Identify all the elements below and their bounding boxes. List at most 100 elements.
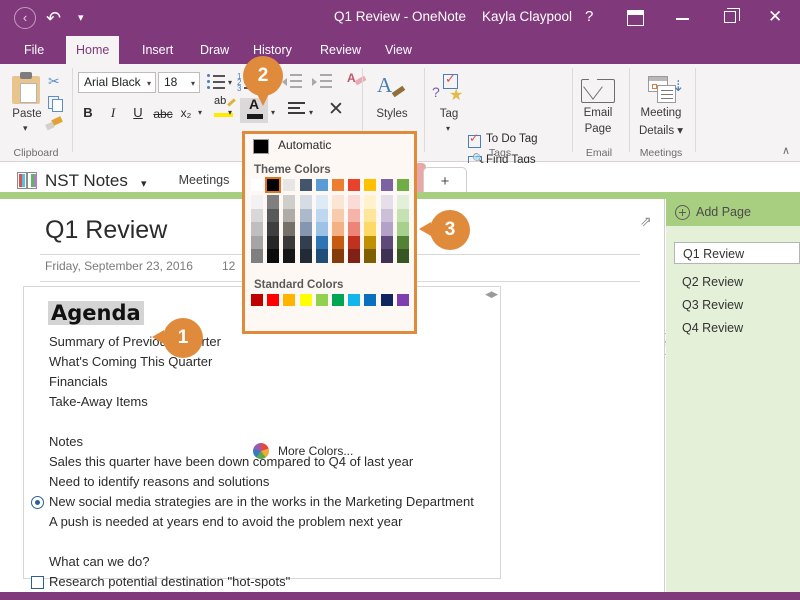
theme-color-swatch[interactable] [251, 195, 263, 209]
font-size-chevron-down-icon[interactable]: ▾ [191, 74, 195, 93]
strikethrough-button[interactable]: abc [152, 103, 174, 125]
paste-button[interactable]: Paste [4, 108, 50, 120]
collapse-ribbon-icon[interactable]: ∧ [782, 144, 790, 157]
tag-button[interactable]: Tag [426, 108, 472, 120]
page-item-q3[interactable]: Q3 Review [674, 294, 800, 316]
standard-color-swatch[interactable] [364, 294, 377, 306]
theme-color-swatch[interactable] [315, 179, 328, 191]
tab-draw[interactable]: Draw [190, 36, 239, 64]
note-line[interactable]: Need to identify reasons and solutions [49, 474, 269, 489]
theme-color-swatch[interactable] [299, 179, 312, 191]
standard-color-swatch[interactable] [380, 294, 393, 306]
font-size-combobox[interactable]: 18 ▾ [158, 72, 200, 93]
theme-color-swatch[interactable] [299, 195, 312, 209]
note-line[interactable]: Take-Away Items [49, 394, 148, 409]
note-line[interactable]: A push is needed at years end to avoid t… [49, 514, 402, 529]
note-line[interactable]: Financials [49, 374, 108, 389]
theme-color-swatch[interactable] [332, 208, 344, 222]
note-heading-agenda[interactable]: Agenda [48, 301, 144, 325]
theme-color-swatch[interactable] [315, 235, 328, 249]
theme-color-swatch[interactable] [267, 208, 280, 222]
theme-color-swatch[interactable] [364, 235, 377, 249]
theme-color-swatch[interactable] [267, 222, 280, 236]
theme-color-swatch[interactable] [348, 208, 361, 222]
automatic-color-item[interactable]: Automatic [245, 134, 414, 159]
note-line[interactable]: Notes [49, 434, 83, 449]
theme-color-swatch[interactable] [364, 249, 377, 263]
note-line[interactable]: Sales this quarter have been down compar… [49, 454, 413, 469]
theme-color-swatch[interactable] [364, 179, 377, 191]
note-line[interactable]: Research potential destination "hot-spot… [49, 574, 290, 589]
styles-icon[interactable] [375, 73, 406, 104]
email-page-button-line1[interactable]: Email [570, 107, 626, 119]
bold-button[interactable]: B [79, 102, 97, 124]
theme-color-swatch[interactable] [251, 208, 263, 222]
standard-color-swatch[interactable] [283, 294, 296, 306]
theme-color-swatch[interactable] [251, 249, 263, 263]
tab-file[interactable]: File [14, 36, 54, 64]
restore-icon[interactable] [724, 8, 740, 23]
theme-color-swatch[interactable] [380, 235, 393, 249]
tab-home[interactable]: Home [66, 36, 120, 64]
theme-color-swatch[interactable] [299, 222, 312, 236]
font-color-chevron-down-icon[interactable]: ▾ [271, 108, 275, 117]
account-name[interactable]: Kayla Claypool [482, 9, 572, 24]
theme-color-swatch[interactable] [267, 235, 280, 249]
notebook-icon[interactable] [17, 171, 37, 189]
theme-color-swatch[interactable] [283, 222, 296, 236]
theme-color-swatch[interactable] [332, 235, 344, 249]
standard-color-swatch[interactable] [267, 294, 280, 306]
theme-color-swatch[interactable] [315, 249, 328, 263]
theme-color-swatch[interactable] [267, 195, 280, 209]
decrease-indent-icon[interactable] [282, 74, 302, 89]
theme-color-swatch[interactable] [364, 222, 377, 236]
theme-color-swatch[interactable] [299, 208, 312, 222]
meeting-details-icon[interactable]: ⇣ [648, 76, 685, 104]
theme-color-swatch[interactable] [283, 195, 296, 209]
page-item-q4[interactable]: Q4 Review [674, 317, 800, 339]
bullets-icon[interactable] [207, 73, 225, 90]
standard-color-swatch[interactable] [251, 294, 263, 306]
standard-color-swatch[interactable] [396, 294, 409, 306]
theme-color-swatch[interactable] [332, 179, 344, 191]
note-line[interactable]: What can we do? [49, 554, 149, 569]
theme-color-swatch[interactable] [299, 249, 312, 263]
theme-color-swatch[interactable] [299, 235, 312, 249]
theme-color-swatch[interactable] [315, 208, 328, 222]
page-item-q1[interactable]: Q1 Review [674, 242, 800, 264]
to-do-tag-button[interactable]: To Do Tag [486, 133, 538, 145]
theme-color-swatch[interactable] [251, 179, 263, 191]
theme-color-swatch[interactable] [348, 179, 361, 191]
paste-icon[interactable] [12, 72, 42, 104]
cut-icon[interactable]: ✂ [48, 73, 60, 90]
increase-indent-icon[interactable] [312, 74, 332, 89]
notebook-name[interactable]: NST Notes [45, 171, 128, 191]
theme-color-swatch[interactable] [396, 208, 409, 222]
theme-color-swatch[interactable] [396, 195, 409, 209]
theme-color-swatch[interactable] [380, 195, 393, 209]
standard-color-swatch[interactable] [348, 294, 361, 306]
theme-color-swatch[interactable] [348, 249, 361, 263]
note-line[interactable]: New social media strategies are in the w… [49, 494, 474, 509]
email-page-icon[interactable] [581, 79, 615, 103]
theme-color-swatch[interactable] [283, 208, 296, 222]
page-title[interactable]: Q1 Review [45, 216, 167, 245]
theme-color-swatch[interactable] [332, 249, 344, 263]
close-icon[interactable]: ✕ [768, 8, 782, 26]
theme-color-swatch[interactable] [251, 222, 263, 236]
clear-all-formatting-icon[interactable]: ✕ [328, 100, 344, 120]
subscript-chevron-down-icon[interactable]: ▾ [198, 108, 202, 117]
standard-color-swatch[interactable] [315, 294, 328, 306]
theme-color-swatch[interactable] [283, 249, 296, 263]
styles-button[interactable]: Styles [364, 108, 420, 120]
minimize-icon[interactable] [676, 18, 689, 20]
theme-color-swatch[interactable] [396, 235, 409, 249]
theme-color-swatch[interactable] [364, 208, 377, 222]
tag-chevron-down-icon[interactable]: ▾ [446, 124, 450, 133]
add-page-button[interactable]: Add Page [666, 199, 800, 226]
font-name-combobox[interactable]: Arial Black ▾ [78, 72, 156, 93]
help-icon[interactable]: ? [585, 8, 593, 25]
standard-color-swatch[interactable] [299, 294, 312, 306]
theme-color-swatch[interactable] [380, 179, 393, 191]
theme-color-swatch[interactable] [380, 249, 393, 263]
